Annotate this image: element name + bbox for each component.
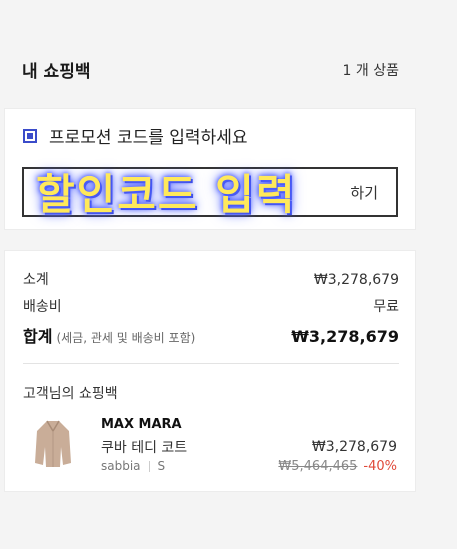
- promo-checkbox-row[interactable]: 프로모션 코드를 입력하세요: [23, 123, 248, 148]
- page-title: 내 쇼핑백: [22, 62, 91, 82]
- total-row: 합계 (세금, 관세 및 배송비 포함) ₩3,278,679: [23, 323, 399, 347]
- divider: [23, 363, 399, 364]
- product-size: S: [157, 459, 166, 473]
- overlay-caption: 할인코드 입력: [36, 170, 297, 219]
- product-original-price: ₩5,464,465: [278, 459, 358, 474]
- product-brand: MAX MARA: [101, 417, 182, 432]
- teddy-coat-image[interactable]: [33, 417, 73, 469]
- product-variant: sabbia S: [101, 459, 165, 473]
- product-name[interactable]: 쿠바 테디 코트: [101, 437, 187, 457]
- variant-separator: [148, 460, 150, 472]
- shipping-value: 무료: [373, 299, 399, 315]
- promo-checkbox[interactable]: [23, 128, 37, 143]
- product-color: sabbia: [101, 459, 141, 473]
- shipping-row: 배송비 무료: [23, 296, 399, 316]
- product-price: ₩3,278,679: [311, 439, 397, 455]
- subtotal-value: ₩3,278,679: [313, 272, 399, 288]
- subtotal-row: 소계 ₩3,278,679: [23, 269, 399, 289]
- checkbox-check-icon: [27, 132, 33, 139]
- promo-input-row: 하기 할인코드 입력: [22, 167, 398, 219]
- order-summary-card: 소계 ₩3,278,679 배송비 무료 합계 (세금, 관세 및 배송비 포함)…: [4, 250, 416, 492]
- total-value: ₩3,278,679: [291, 327, 399, 346]
- item-count: 1 개 상품: [342, 63, 399, 79]
- total-note: (세금, 관세 및 배송비 포함): [56, 331, 196, 345]
- shipping-label: 배송비: [23, 299, 62, 315]
- promo-code-card: 프로모션 코드를 입력하세요 하기 할인코드 입력: [4, 108, 416, 230]
- promo-checkbox-label: 프로모션 코드를 입력하세요: [49, 128, 248, 148]
- product-discount: -40%: [363, 459, 397, 474]
- bag-section-title: 고객님의 쇼핑백: [23, 386, 118, 402]
- product-original-price-row: ₩5,464,465 -40%: [278, 459, 397, 474]
- subtotal-label: 소계: [23, 272, 49, 288]
- page-header: 내 쇼핑백 1 개 상품: [0, 0, 457, 100]
- total-label: 합계: [23, 327, 53, 346]
- apply-promo-button[interactable]: 하기: [350, 182, 378, 203]
- total-label-group: 합계 (세금, 관세 및 배송비 포함): [23, 323, 195, 347]
